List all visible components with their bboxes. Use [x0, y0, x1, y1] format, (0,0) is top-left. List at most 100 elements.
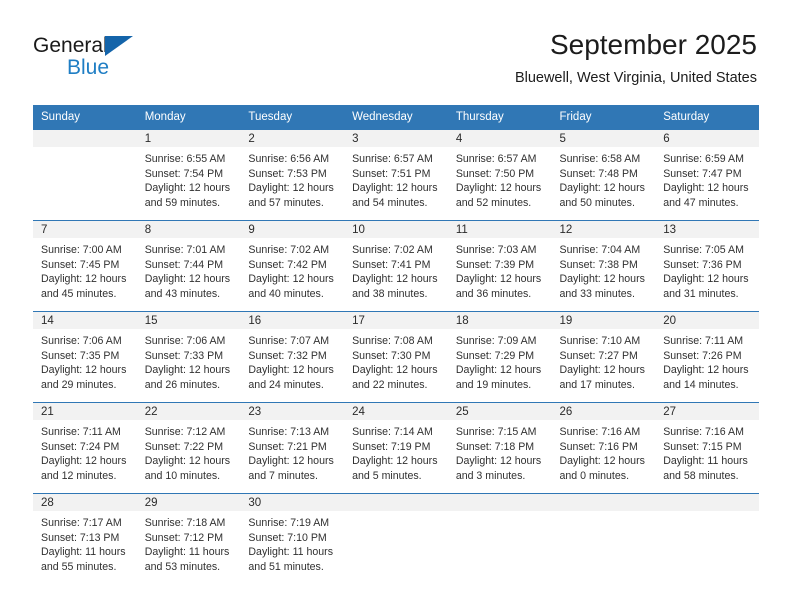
day-details: Sunrise: 7:10 AM Sunset: 7:27 PM Daylight:… — [552, 329, 656, 392]
daylight-text-cont: and 43 minutes. — [144, 287, 221, 300]
calendar-week-row: 14 Sunrise: 7:06 AM Sunset: 7:35 PM Dayligh… — [33, 311, 759, 403]
day-cell-inner: 9 Sunrise: 7:02 AM Sunset: 7:42 PM Daylight… — [240, 221, 345, 311]
calendar-week-row: 28 Sunrise: 7:17 AM Sunset: 7:13 PM Dayligh… — [33, 493, 759, 584]
daylight-text: Daylight: 12 hours — [248, 182, 334, 195]
weekday-header-saturday: Saturday — [655, 105, 759, 130]
day-number: 10 — [344, 221, 448, 238]
day-cell-inner: 19 Sunrise: 7:10 AM Sunset: 7:27 PM Dayligh… — [551, 312, 656, 402]
daylight-text-cont: and 54 minutes. — [352, 196, 428, 209]
calendar-day-cell[interactable]: 19 Sunrise: 7:10 AM Sunset: 7:27 PM Dayligh… — [551, 311, 656, 403]
calendar-day-cell[interactable]: 29 Sunrise: 7:18 AM Sunset: 7:12 PM Dayligh… — [136, 493, 241, 584]
day-details: Sunrise: 6:58 AM Sunset: 7:48 PM Daylight:… — [552, 147, 656, 210]
day-cell-inner — [344, 494, 448, 584]
calendar-day-cell[interactable]: 23 Sunrise: 7:13 AM Sunset: 7:21 PM Dayligh… — [240, 402, 345, 494]
calendar-day-cell[interactable]: 4 Sunrise: 6:57 AM Sunset: 7:50 PM Daylight… — [447, 129, 552, 221]
day-details: Sunrise: 7:09 AM Sunset: 7:29 PM Daylight:… — [448, 329, 552, 392]
sunset-text: Sunset: 7:44 PM — [144, 258, 224, 271]
day-details: Sunrise: 7:12 AM Sunset: 7:22 PM Daylight:… — [137, 420, 241, 483]
day-details: Sunrise: 6:57 AM Sunset: 7:51 PM Daylight:… — [344, 147, 448, 210]
day-number — [344, 494, 448, 511]
calendar-day-cell[interactable]: 28 Sunrise: 7:17 AM Sunset: 7:13 PM Dayligh… — [33, 493, 137, 584]
sunrise-text: Sunrise: 7:02 AM — [352, 244, 433, 256]
daylight-text-cont: and 47 minutes. — [663, 196, 739, 209]
calendar-day-cell[interactable]: 7 Sunrise: 7:00 AM Sunset: 7:45 PM Daylight… — [33, 220, 137, 312]
daylight-text: Daylight: 12 hours — [455, 182, 542, 195]
day-details: Sunrise: 7:01 AM Sunset: 7:44 PM Daylight:… — [137, 238, 241, 301]
sunset-text: Sunset: 7:38 PM — [559, 258, 638, 271]
day-details: Sunrise: 7:14 AM Sunset: 7:19 PM Daylight:… — [344, 420, 448, 483]
calendar-day-cell[interactable]: 26 Sunrise: 7:16 AM Sunset: 7:16 PM Dayligh… — [551, 402, 656, 494]
calendar-day-cell[interactable]: 1 Sunrise: 6:55 AM Sunset: 7:54 PM Daylight… — [136, 129, 241, 221]
daylight-text: Daylight: 12 hours — [455, 455, 542, 468]
day-number: 18 — [447, 312, 552, 329]
sunset-text: Sunset: 7:50 PM — [455, 167, 535, 180]
day-number: 29 — [136, 494, 241, 511]
day-details: Sunrise: 7:11 AM Sunset: 7:24 PM Daylight:… — [33, 420, 137, 483]
calendar-day-cell[interactable]: 5 Sunrise: 6:58 AM Sunset: 7:48 PM Daylight… — [551, 129, 656, 221]
day-details: Sunrise: 7:06 AM Sunset: 7:35 PM Daylight:… — [33, 329, 137, 392]
sunset-text: Sunset: 7:15 PM — [663, 440, 742, 453]
calendar-day-cell[interactable]: 12 Sunrise: 7:04 AM Sunset: 7:38 PM Dayligh… — [551, 220, 656, 312]
calendar-day-cell[interactable]: 18 Sunrise: 7:09 AM Sunset: 7:29 PM Dayligh… — [447, 311, 552, 403]
daylight-text-cont: and 0 minutes. — [559, 469, 630, 482]
day-cell-inner: 29 Sunrise: 7:18 AM Sunset: 7:12 PM Dayligh… — [136, 494, 241, 584]
calendar-day-cell[interactable]: 6 Sunrise: 6:59 AM Sunset: 7:47 PM Daylight… — [655, 129, 759, 221]
daylight-text-cont: and 31 minutes. — [663, 287, 739, 300]
day-cell-inner — [551, 494, 656, 584]
calendar-day-cell — [655, 493, 759, 584]
day-number: 26 — [551, 403, 656, 420]
calendar-day-cell[interactable]: 8 Sunrise: 7:01 AM Sunset: 7:44 PM Daylight… — [136, 220, 241, 312]
day-details: Sunrise: 7:18 AM Sunset: 7:12 PM Daylight:… — [137, 511, 241, 574]
sunrise-text: Sunrise: 7:01 AM — [144, 244, 226, 256]
sunrise-text: Sunrise: 7:07 AM — [248, 335, 330, 347]
calendar-page: General Blue September 2025 Bluewell, We… — [0, 0, 792, 612]
day-number — [551, 494, 656, 511]
day-details — [448, 511, 552, 516]
daylight-text: Daylight: 12 hours — [663, 273, 749, 286]
sunset-text: Sunset: 7:19 PM — [352, 440, 431, 453]
calendar-day-cell[interactable]: 22 Sunrise: 7:12 AM Sunset: 7:22 PM Dayligh… — [136, 402, 241, 494]
generalblue-logo[interactable]: General Blue — [33, 34, 213, 90]
calendar-day-cell[interactable]: 25 Sunrise: 7:15 AM Sunset: 7:18 PM Dayligh… — [447, 402, 552, 494]
daylight-text-cont: and 58 minutes. — [663, 469, 739, 482]
day-cell-inner: 22 Sunrise: 7:12 AM Sunset: 7:22 PM Dayligh… — [136, 403, 241, 493]
calendar-day-cell[interactable]: 10 Sunrise: 7:02 AM Sunset: 7:41 PM Dayligh… — [344, 220, 448, 312]
sunset-text: Sunset: 7:21 PM — [248, 440, 327, 453]
daylight-text-cont: and 24 minutes. — [248, 378, 324, 391]
sunrise-text: Sunrise: 7:18 AM — [144, 517, 226, 529]
sunrise-text: Sunrise: 6:57 AM — [455, 153, 537, 165]
calendar-day-cell[interactable]: 15 Sunrise: 7:06 AM Sunset: 7:33 PM Dayligh… — [136, 311, 241, 403]
calendar-day-cell[interactable]: 9 Sunrise: 7:02 AM Sunset: 7:42 PM Daylight… — [240, 220, 345, 312]
day-cell-inner: 12 Sunrise: 7:04 AM Sunset: 7:38 PM Dayligh… — [551, 221, 656, 311]
calendar-day-cell[interactable]: 27 Sunrise: 7:16 AM Sunset: 7:15 PM Dayligh… — [655, 402, 759, 494]
calendar-day-cell[interactable]: 2 Sunrise: 6:56 AM Sunset: 7:53 PM Daylight… — [240, 129, 345, 221]
daylight-text: Daylight: 12 hours — [352, 364, 438, 377]
calendar-day-cell[interactable]: 30 Sunrise: 7:19 AM Sunset: 7:10 PM Dayligh… — [240, 493, 345, 584]
sunrise-text: Sunrise: 7:19 AM — [248, 517, 330, 529]
day-number: 21 — [33, 403, 137, 420]
day-cell-inner: 20 Sunrise: 7:11 AM Sunset: 7:26 PM Dayligh… — [655, 312, 759, 402]
sunset-text: Sunset: 7:30 PM — [352, 349, 431, 362]
day-number: 23 — [240, 403, 345, 420]
daylight-text: Daylight: 12 hours — [144, 455, 231, 468]
day-cell-inner — [447, 494, 552, 584]
calendar-day-cell[interactable]: 14 Sunrise: 7:06 AM Sunset: 7:35 PM Dayligh… — [33, 311, 137, 403]
day-cell-inner: 8 Sunrise: 7:01 AM Sunset: 7:44 PM Daylight… — [136, 221, 241, 311]
day-number: 19 — [551, 312, 656, 329]
calendar-day-cell[interactable]: 21 Sunrise: 7:11 AM Sunset: 7:24 PM Dayligh… — [33, 402, 137, 494]
day-cell-inner: 17 Sunrise: 7:08 AM Sunset: 7:30 PM Dayligh… — [344, 312, 448, 402]
calendar-day-cell[interactable]: 24 Sunrise: 7:14 AM Sunset: 7:19 PM Dayligh… — [344, 402, 448, 494]
sunset-text: Sunset: 7:13 PM — [41, 531, 120, 544]
day-details: Sunrise: 7:07 AM Sunset: 7:32 PM Daylight:… — [240, 329, 344, 392]
day-number: 15 — [136, 312, 241, 329]
calendar-day-cell[interactable]: 11 Sunrise: 7:03 AM Sunset: 7:39 PM Dayligh… — [447, 220, 552, 312]
sunset-text: Sunset: 7:41 PM — [352, 258, 431, 271]
daylight-text: Daylight: 12 hours — [352, 182, 438, 195]
calendar-day-cell[interactable]: 13 Sunrise: 7:05 AM Sunset: 7:36 PM Dayligh… — [655, 220, 759, 312]
sunset-text: Sunset: 7:35 PM — [41, 349, 120, 362]
calendar-day-cell[interactable]: 3 Sunrise: 6:57 AM Sunset: 7:51 PM Daylight… — [344, 129, 448, 221]
calendar-day-cell[interactable]: 17 Sunrise: 7:08 AM Sunset: 7:30 PM Dayligh… — [344, 311, 448, 403]
calendar-day-cell[interactable]: 16 Sunrise: 7:07 AM Sunset: 7:32 PM Dayligh… — [240, 311, 345, 403]
sunset-text: Sunset: 7:51 PM — [352, 167, 431, 180]
calendar-day-cell[interactable]: 20 Sunrise: 7:11 AM Sunset: 7:26 PM Dayligh… — [655, 311, 759, 403]
